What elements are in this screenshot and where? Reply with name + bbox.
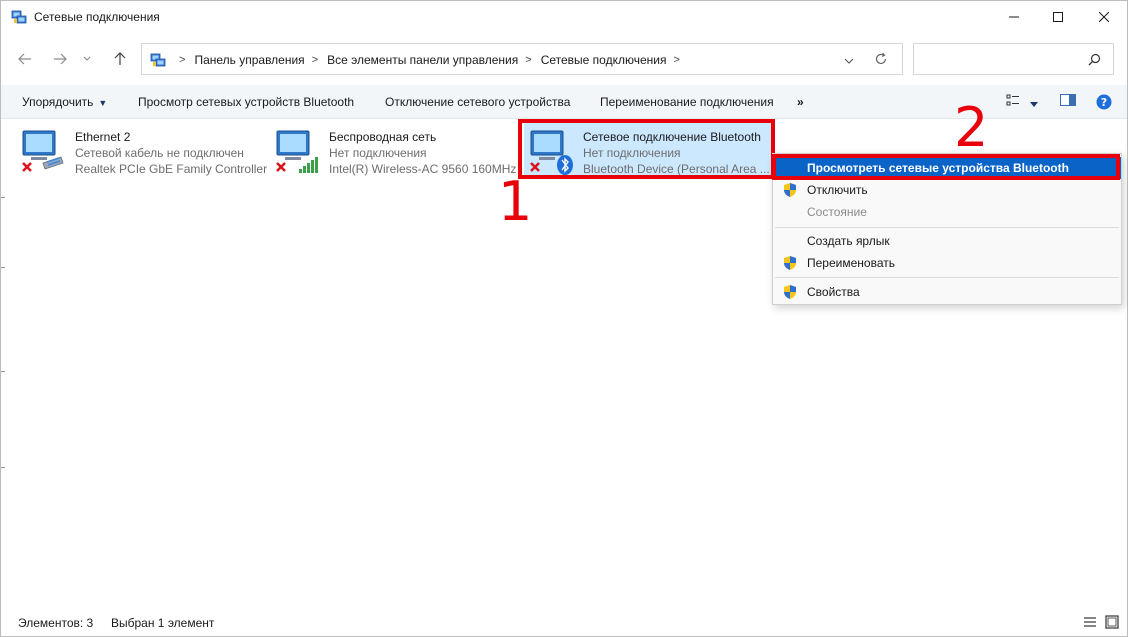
- connection-status: Нет подключения: [329, 146, 427, 160]
- bluetooth-adapter-icon: [530, 130, 573, 175]
- connection-name: Сетевое подключение Bluetooth: [583, 130, 761, 144]
- breadcrumb: > Панель управления > Все элементы панел…: [172, 53, 689, 67]
- details-view-button[interactable]: [1083, 615, 1097, 632]
- address-history-button[interactable]: [844, 53, 854, 67]
- change-view-button[interactable]: [1006, 93, 1020, 110]
- maximize-button[interactable]: [1035, 1, 1081, 33]
- connection-status: Сетевой кабель не подключен: [75, 146, 244, 160]
- menu-item-label: Создать ярлык: [807, 234, 890, 248]
- connection-status: Нет подключения: [583, 146, 681, 160]
- status-bar: Элементов: 3 Выбран 1 элемент: [1, 609, 1127, 637]
- menu-item-label: Свойства: [807, 285, 860, 299]
- wireless-adapter-icon: [276, 130, 318, 173]
- menu-item-label: Отключить: [807, 183, 868, 197]
- menu-separator: [775, 227, 1119, 228]
- navigation-row: > Панель управления > Все элементы панел…: [1, 41, 1127, 77]
- uac-shield-icon: [784, 256, 796, 270]
- minimize-icon: [1009, 16, 1019, 18]
- back-button[interactable]: [13, 48, 37, 70]
- connection-name: Ethernet 2: [75, 130, 131, 144]
- left-edge-artifact: [1, 371, 5, 372]
- connection-bluetooth[interactable]: Сетевое подключение Bluetooth Нет подклю…: [524, 123, 771, 179]
- organize-button[interactable]: Упорядочить ▼: [22, 95, 107, 109]
- search-input[interactable]: [913, 43, 1114, 75]
- menu-item-label: Просмотреть сетевые устройства Bluetooth: [807, 161, 1069, 175]
- menu-item-rename[interactable]: Переименовать: [773, 252, 1121, 274]
- caret-down-icon: ▼: [98, 98, 108, 108]
- large-icons-view-icon: [1105, 615, 1119, 629]
- menu-separator: [775, 277, 1119, 278]
- view-options-icon: [1006, 94, 1019, 106]
- svg-text:?: ?: [1101, 96, 1107, 109]
- selection-count: Выбран 1 элемент: [111, 616, 215, 630]
- up-button[interactable]: [108, 48, 132, 70]
- network-connections-window: Сетевые подключения > Панель управления …: [0, 0, 1128, 637]
- left-edge-artifact: [1, 267, 5, 268]
- breadcrumb-all-items[interactable]: Все элементы панели управления: [327, 53, 518, 67]
- preview-pane-icon: [1060, 94, 1076, 106]
- disable-device-button[interactable]: Отключение сетевого устройства: [385, 95, 570, 109]
- network-folder-icon: [11, 10, 27, 24]
- view-bluetooth-devices-button[interactable]: Просмотр сетевых устройств Bluetooth: [138, 95, 354, 109]
- organize-label: Упорядочить: [22, 95, 94, 109]
- item-count: Элементов: 3: [18, 616, 94, 630]
- menu-item-properties[interactable]: Свойства: [773, 281, 1121, 303]
- left-edge-artifact: [1, 197, 5, 198]
- rename-connection-button[interactable]: Переименование подключения: [600, 95, 774, 109]
- refresh-icon: [875, 52, 887, 65]
- annotation-step-2: 2: [954, 96, 989, 159]
- close-icon: [1099, 12, 1109, 22]
- chevron-right-icon[interactable]: >: [312, 54, 318, 66]
- annotation-step-1: 1: [498, 170, 533, 233]
- maximize-icon: [1053, 12, 1063, 22]
- chevron-down-icon: [83, 56, 91, 61]
- close-button[interactable]: [1081, 1, 1127, 33]
- refresh-button[interactable]: [874, 52, 888, 69]
- minimize-button[interactable]: [991, 1, 1037, 33]
- breadcrumb-control-panel[interactable]: Панель управления: [194, 53, 304, 67]
- menu-item-create-shortcut[interactable]: Создать ярлык: [773, 230, 1121, 252]
- ethernet-adapter-icon: [22, 130, 64, 172]
- chevron-right-icon[interactable]: >: [525, 54, 531, 66]
- connection-wireless[interactable]: Беспроводная сеть Нет подключения Intel(…: [255, 123, 516, 179]
- window-title: Сетевые подключения: [34, 10, 160, 24]
- address-bar[interactable]: > Панель управления > Все элементы панел…: [141, 43, 903, 75]
- menu-item-label: Переименовать: [807, 256, 895, 270]
- chevron-down-icon: [844, 58, 854, 64]
- arrow-up-icon: [114, 52, 126, 65]
- view-menu-dropdown[interactable]: [1029, 97, 1039, 111]
- arrow-left-icon: [18, 53, 31, 65]
- arrow-right-icon: [54, 53, 67, 65]
- uac-shield-icon: [784, 183, 796, 197]
- connection-device: Intel(R) Wireless-AC 9560 160MHz: [329, 162, 517, 176]
- connection-device: Realtek PCIe GbE Family Controller: [75, 162, 268, 176]
- preview-pane-button[interactable]: [1060, 93, 1076, 110]
- breadcrumb-network-connections[interactable]: Сетевые подключения: [541, 53, 667, 67]
- details-view-icon: [1084, 617, 1096, 627]
- large-icons-view-button[interactable]: [1105, 615, 1119, 632]
- connection-name: Беспроводная сеть: [329, 130, 437, 144]
- caret-down-icon: [1030, 102, 1038, 107]
- search-icon: [1088, 53, 1101, 69]
- forward-button[interactable]: [48, 48, 72, 70]
- connection-device: Bluetooth Device (Personal Area ...: [583, 162, 770, 176]
- control-panel-icon: [150, 53, 166, 67]
- more-commands-button[interactable]: »: [797, 95, 804, 109]
- title-bar[interactable]: Сетевые подключения: [1, 1, 1127, 33]
- left-edge-artifact: [1, 467, 5, 468]
- menu-item-label: Состояние: [807, 205, 867, 219]
- connection-ethernet-2[interactable]: Ethernet 2 Сетевой кабель не подключен R…: [1, 123, 267, 179]
- context-menu: Просмотреть сетевые устройства Bluetooth…: [772, 153, 1122, 305]
- help-button[interactable]: ?: [1096, 94, 1112, 113]
- uac-shield-icon: [784, 285, 796, 299]
- recent-locations-button[interactable]: [79, 48, 95, 70]
- help-icon: ?: [1096, 94, 1112, 110]
- chevron-right-icon[interactable]: >: [673, 54, 679, 66]
- menu-item-view-bluetooth-devices[interactable]: Просмотреть сетевые устройства Bluetooth: [773, 157, 1121, 179]
- menu-item-disable[interactable]: Отключить: [773, 179, 1121, 201]
- menu-item-status[interactable]: Состояние: [773, 201, 1121, 223]
- chevron-right-icon[interactable]: >: [179, 54, 185, 66]
